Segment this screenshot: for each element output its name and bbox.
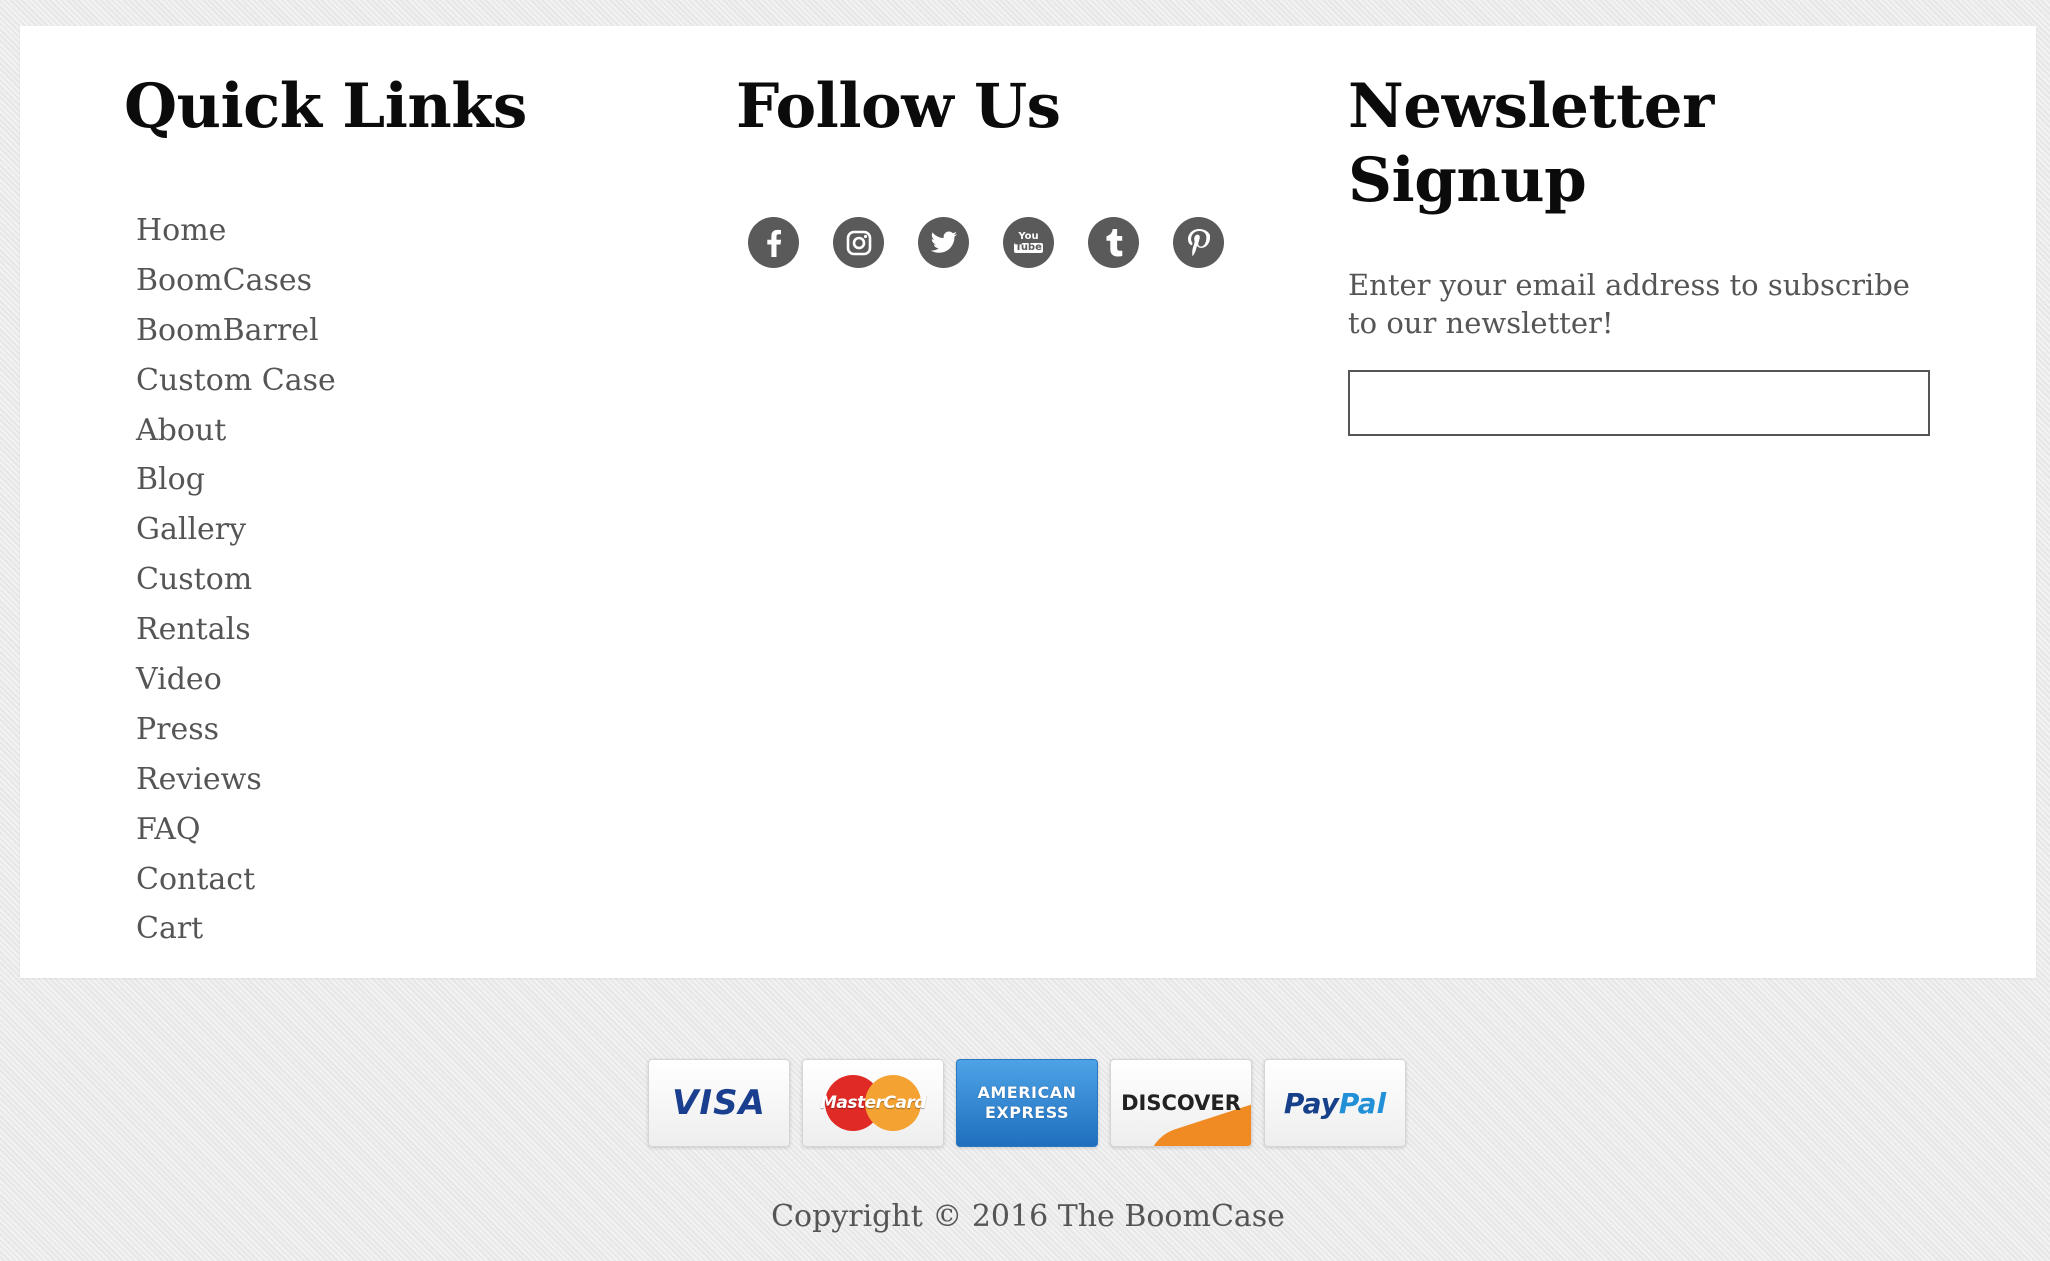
quick-link-gallery[interactable]: Gallery [136,505,246,555]
twitter-icon[interactable] [918,217,969,268]
american-express-logo: AMERICAN EXPRESS [956,1059,1098,1147]
amex-logo-text: AMERICAN EXPRESS [977,1083,1076,1123]
social-icons: You Tube [748,217,1224,268]
paypal-pal: Pal [1338,1086,1387,1120]
quick-link-about[interactable]: About [136,406,226,456]
payment-methods: VISA MasterCard AMERICAN EXPRESS DISCOVE… [648,1059,1406,1147]
mastercard-logo: MasterCard [802,1059,944,1147]
discover-logo-text: DISCOVER [1121,1091,1241,1115]
paypal-pay: Pay [1283,1086,1339,1120]
amex-line1: AMERICAN [977,1083,1077,1102]
quick-link-contact[interactable]: Contact [136,855,255,905]
quick-link-cart[interactable]: Cart [136,904,203,954]
quick-link-custom[interactable]: Custom [136,555,252,605]
quick-links-heading: Quick Links [124,71,527,142]
footer-panel: Quick Links Home BoomCases BoomBarrel Cu… [20,26,2036,978]
copyright-text: Copyright © 2016 The BoomCase [771,1199,1285,1234]
quick-link-press[interactable]: Press [136,705,219,755]
newsletter-description: Enter your email address to subscribe to… [1348,268,1910,340]
discover-logo: DISCOVER [1110,1059,1252,1147]
mastercard-logo-text: MasterCard [819,1093,927,1113]
youtube-icon[interactable]: You Tube [1003,217,1054,268]
quick-link-custom-case[interactable]: Custom Case [136,356,336,406]
visa-logo-text: VISA [672,1083,766,1123]
newsletter-email-input[interactable] [1348,370,1930,436]
amex-line2: EXPRESS [984,1103,1070,1122]
quick-links-list: Home BoomCases BoomBarrel Custom Case Ab… [136,206,336,954]
follow-us-heading: Follow Us [736,71,1061,142]
pinterest-icon[interactable] [1173,217,1224,268]
quick-link-video[interactable]: Video [136,655,222,705]
facebook-icon[interactable] [748,217,799,268]
newsletter-heading: Newsletter Signup [1348,70,1714,218]
newsletter-heading-line1: Newsletter [1348,71,1714,142]
quick-link-boombarrel[interactable]: BoomBarrel [136,306,319,356]
paypal-logo: PayPal [1264,1059,1406,1147]
quick-link-home[interactable]: Home [136,206,226,256]
quick-link-reviews[interactable]: Reviews [136,755,262,805]
quick-link-faq[interactable]: FAQ [136,805,200,855]
newsletter-heading-line2: Signup [1348,145,1587,216]
quick-link-boomcases[interactable]: BoomCases [136,256,312,306]
instagram-icon[interactable] [833,217,884,268]
quick-link-rentals[interactable]: Rentals [136,605,251,655]
visa-card-logo: VISA [648,1059,790,1147]
tumblr-icon[interactable] [1088,217,1139,268]
quick-link-blog[interactable]: Blog [136,455,205,505]
paypal-logo-text: PayPal [1284,1087,1386,1120]
